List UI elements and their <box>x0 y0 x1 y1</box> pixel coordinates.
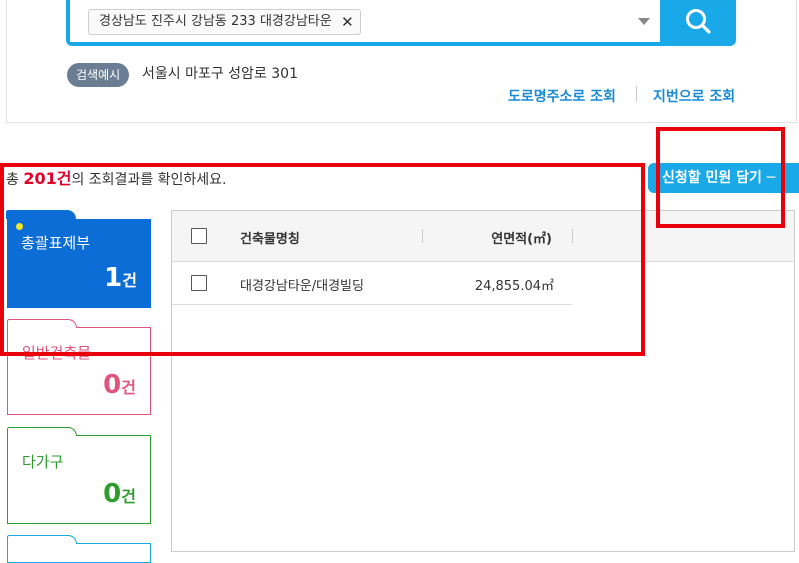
search-input[interactable]: 경상남도 진주시 강남동 233 대경강남타운 ✕ <box>70 0 660 42</box>
search-button[interactable] <box>662 0 734 42</box>
example-badge: 검색예시 <box>67 63 130 87</box>
search-bar: 경상남도 진주시 강남동 233 대경강남타운 ✕ <box>66 0 736 46</box>
category-count-unit: 건 <box>121 487 136 506</box>
address-chip-text: 경상남도 진주시 강남동 233 대경강남타운 <box>99 14 332 29</box>
category-next[interactable] <box>7 535 151 563</box>
search-icon <box>686 9 711 34</box>
category-count: 0건 <box>103 479 136 509</box>
category-count-value: 0 <box>103 370 122 400</box>
address-chip: 경상남도 진주시 강남동 233 대경강남타운 ✕ <box>88 9 361 35</box>
category-count: 0건 <box>103 370 136 400</box>
remove-chip-icon[interactable]: ✕ <box>341 10 354 34</box>
road-address-search-link[interactable]: 도로명주소로 조회 <box>508 86 616 106</box>
dropdown-arrow-icon[interactable] <box>638 18 650 25</box>
category-count-unit: 건 <box>121 378 136 397</box>
highlight-box-results <box>0 163 645 356</box>
highlight-box-cart <box>656 127 785 228</box>
category-multi-household[interactable]: 다가구 0건 <box>7 427 151 524</box>
link-divider <box>636 86 637 102</box>
category-label: 다가구 <box>22 453 64 471</box>
category-tab <box>7 535 77 544</box>
jibun-search-link[interactable]: 지번으로 조회 <box>653 86 735 106</box>
category-count-value: 0 <box>103 479 122 509</box>
category-tab <box>7 427 77 436</box>
example-address: 서울시 마포구 성암로 301 <box>142 66 298 82</box>
